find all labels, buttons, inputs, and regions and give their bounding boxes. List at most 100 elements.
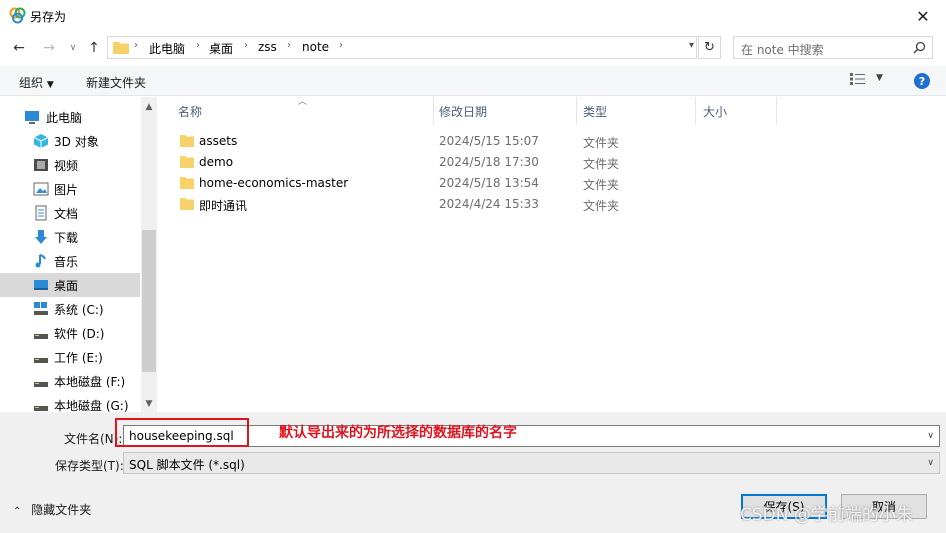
sidebar-item-drive-g[interactable]: 本地磁盘 (G:) xyxy=(0,393,140,412)
filetype-value: SQL 脚本文件 (*.sql) xyxy=(129,458,245,472)
sidebar-item-label: 视频 xyxy=(54,158,79,173)
filetype-label: 保存类型(T): xyxy=(55,459,124,473)
file-type: 文件夹 xyxy=(583,136,620,150)
file-date: 2024/4/24 15:33 xyxy=(439,197,539,211)
hide-folders-label: 隐藏文件夹 xyxy=(31,503,92,517)
file-date: 2024/5/18 13:54 xyxy=(439,176,539,190)
watermark-text: CSDN @学前端的小朱 xyxy=(740,505,913,525)
sidebar-item-label: 下载 xyxy=(54,230,79,245)
sidebar-item-pictures[interactable]: 图片 xyxy=(0,177,140,201)
file-list: ︿ 名称 修改日期 类型 大小 assets 2024/5/15 15:07 文… xyxy=(160,97,946,412)
new-folder-button[interactable]: 新建文件夹 xyxy=(86,74,146,91)
scroll-down-icon[interactable]: ▼ xyxy=(141,396,157,412)
sidebar-item-label: 此电脑 xyxy=(46,110,83,125)
breadcrumb-zss[interactable]: zss xyxy=(258,40,277,54)
hide-folders-toggle[interactable]: ⌃ 隐藏文件夹 xyxy=(13,501,91,518)
chevron-up-icon: ⌃ xyxy=(13,506,22,517)
filename-label: 文件名(N): xyxy=(64,432,123,446)
refresh-icon[interactable]: ↻ xyxy=(698,36,721,59)
window-title: 另存为 xyxy=(30,10,67,24)
file-name: home-economics-master xyxy=(199,176,349,190)
search-icon[interactable] xyxy=(913,41,926,54)
sidebar-item-music[interactable]: 音乐 xyxy=(0,249,140,273)
folder-icon xyxy=(180,135,194,147)
column-divider[interactable] xyxy=(776,97,777,125)
file-date: 2024/5/18 17:30 xyxy=(439,155,539,169)
annotation-text: 默认导出来的为所选择的数据库的名字 xyxy=(279,425,517,441)
desktop-icon xyxy=(34,280,48,290)
title-bar: 另存为 ✕ xyxy=(0,0,946,32)
chevron-right-icon: › xyxy=(244,40,248,51)
recent-locations-chevron-icon[interactable]: ∨ xyxy=(63,38,83,58)
breadcrumb-desktop[interactable]: 桌面 xyxy=(209,40,233,57)
chevron-right-icon: › xyxy=(339,40,343,51)
sidebar-item-label: 本地磁盘 (G:) xyxy=(54,398,129,413)
column-divider[interactable] xyxy=(695,97,696,125)
file-date: 2024/5/15 15:07 xyxy=(439,134,539,148)
column-header-name[interactable]: 名称 xyxy=(178,97,202,125)
table-row[interactable]: demo 2024/5/18 17:30 文件夹 xyxy=(170,152,690,173)
file-name: assets xyxy=(199,134,238,148)
sidebar-item-label: 系统 (C:) xyxy=(54,302,104,317)
sidebar-item-3d-objects[interactable]: 3D 对象 xyxy=(0,129,140,153)
filetype-select[interactable]: SQL 脚本文件 (*.sql) ∨ xyxy=(123,452,940,474)
sidebar-item-drive-c[interactable]: 系统 (C:) xyxy=(0,297,140,321)
view-options-icon[interactable]: ▼ xyxy=(850,73,890,89)
sidebar-scrollbar-thumb[interactable] xyxy=(142,230,156,372)
chevron-right-icon: › xyxy=(134,40,138,51)
sidebar-item-label: 音乐 xyxy=(54,254,79,269)
chevron-down-icon[interactable]: ▾ xyxy=(689,40,694,51)
breadcrumb-note[interactable]: note xyxy=(302,40,329,54)
sidebar-item-drive-f[interactable]: 本地磁盘 (F:) xyxy=(0,369,140,393)
file-name: demo xyxy=(199,155,234,169)
folder-icon xyxy=(180,156,194,168)
column-header-date[interactable]: 修改日期 xyxy=(439,97,487,125)
sidebar-item-desktop[interactable]: 桌面 xyxy=(0,273,140,297)
chevron-right-icon: › xyxy=(196,40,200,51)
sidebar-item-documents[interactable]: 文档 xyxy=(0,201,140,225)
sort-ascending-icon: ︿ xyxy=(298,97,308,107)
column-header-size[interactable]: 大小 xyxy=(703,97,727,125)
help-icon[interactable]: ? xyxy=(914,73,930,89)
organize-menu[interactable]: 组织 ▼ xyxy=(19,74,54,91)
table-row[interactable]: assets 2024/5/15 15:07 文件夹 xyxy=(170,131,690,152)
sidebar-item-label: 文档 xyxy=(54,206,79,221)
chevron-right-icon: › xyxy=(287,40,291,51)
download-icon xyxy=(35,230,47,244)
file-type: 文件夹 xyxy=(583,157,620,171)
column-divider[interactable] xyxy=(576,97,577,125)
close-icon[interactable]: ✕ xyxy=(900,0,946,32)
drive-icon xyxy=(34,358,48,363)
chevron-down-icon[interactable]: ∨ xyxy=(927,431,934,441)
picture-icon xyxy=(33,182,49,196)
up-arrow-icon[interactable]: ↑ xyxy=(84,38,104,58)
breadcrumb-this-pc[interactable]: 此电脑 xyxy=(149,40,185,57)
table-row[interactable]: home-economics-master 2024/5/18 13:54 文件… xyxy=(170,173,690,194)
sidebar-item-label: 本地磁盘 (F:) xyxy=(54,374,126,389)
sidebar-item-label: 图片 xyxy=(54,182,79,197)
folder-icon xyxy=(113,42,129,54)
file-type: 文件夹 xyxy=(583,199,620,213)
cube-3d-icon xyxy=(33,134,49,148)
chevron-down-icon: ▼ xyxy=(46,80,54,90)
forward-arrow-icon[interactable]: → xyxy=(39,38,59,58)
sidebar-item-drive-d[interactable]: 软件 (D:) xyxy=(0,321,140,345)
details-view-icon xyxy=(850,73,865,85)
sidebar-item-videos[interactable]: 视频 xyxy=(0,153,140,177)
sidebar-item-label: 软件 (D:) xyxy=(54,326,105,341)
sidebar-item-downloads[interactable]: 下载 xyxy=(0,225,140,249)
table-row[interactable]: 即时通讯 2024/4/24 15:33 文件夹 xyxy=(170,194,690,215)
sidebar-item-this-pc[interactable]: 此电脑 xyxy=(0,105,140,129)
sidebar-item-label: 工作 (E:) xyxy=(54,350,103,365)
back-arrow-icon[interactable]: ← xyxy=(9,38,29,58)
sidebar-item-drive-e[interactable]: 工作 (E:) xyxy=(0,345,140,369)
search-input[interactable]: 在 note 中搜索 xyxy=(733,36,933,59)
chevron-down-icon[interactable]: ∨ xyxy=(927,458,934,468)
scroll-up-icon[interactable]: ▲ xyxy=(141,99,157,115)
file-type: 文件夹 xyxy=(583,178,620,192)
address-bar[interactable]: › 此电脑 › 桌面 › zss › note › ▾ xyxy=(107,36,697,59)
column-divider[interactable] xyxy=(433,97,434,125)
folder-icon xyxy=(180,198,194,210)
organize-label: 组织 xyxy=(19,76,44,90)
column-header-type[interactable]: 类型 xyxy=(583,97,607,125)
